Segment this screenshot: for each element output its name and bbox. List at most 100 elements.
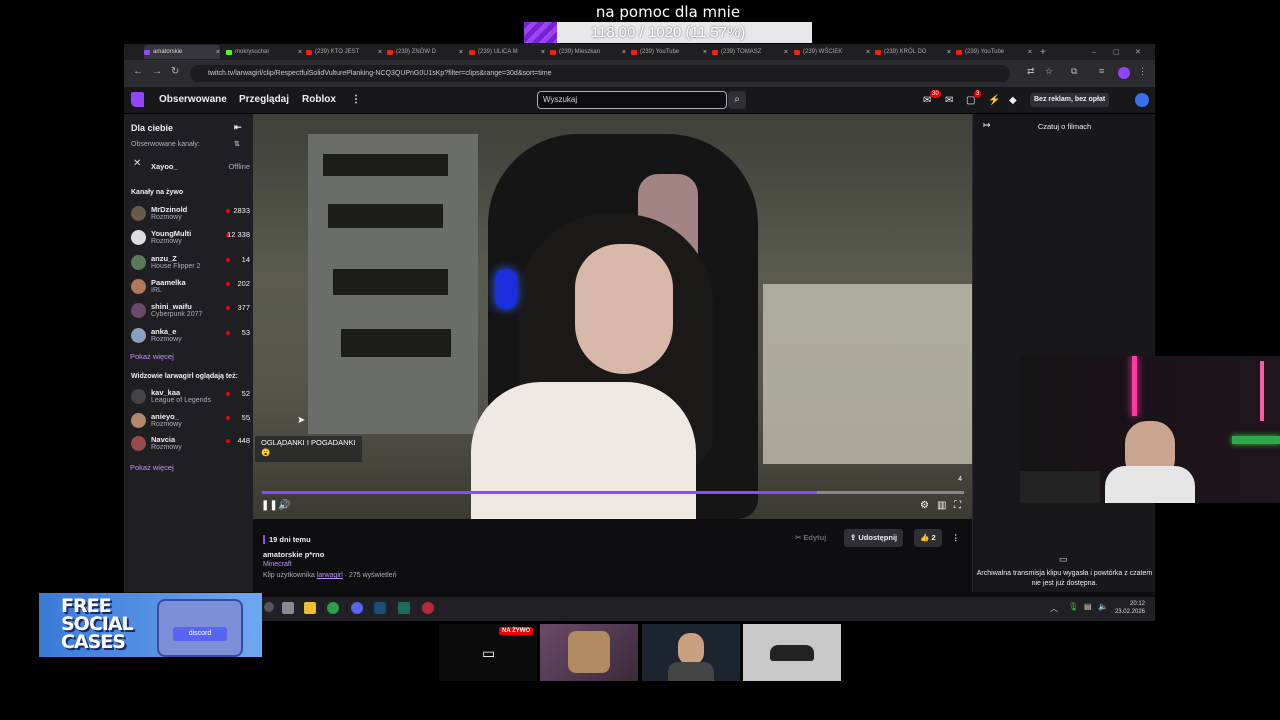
reload-icon[interactable]: ↻ [171, 66, 179, 77]
app-icon[interactable] [398, 602, 410, 614]
tab-close-icon[interactable]: × [298, 49, 302, 56]
close-window-icon[interactable]: ✕ [1135, 45, 1141, 59]
sidebar-channel-item[interactable]: anzu_Z House Flipper 2 14 [130, 252, 250, 274]
bookmark-star-icon[interactable]: ☆ [1045, 66, 1053, 77]
maximize-icon[interactable]: ▢ [1113, 45, 1120, 59]
tab-6[interactable]: (239) Mieszkan × [550, 45, 626, 59]
sidebar-channel-item[interactable]: shini_waifu Cyberpunk 2077 377 [130, 300, 250, 322]
forward-icon[interactable]: → [152, 66, 162, 77]
tab-close-icon[interactable]: × [378, 49, 382, 56]
tab-5[interactable]: (239) ULICA M × [469, 45, 545, 59]
file-explorer-icon[interactable] [304, 602, 316, 614]
system-clock[interactable]: 20:12 23.02.2026 [1115, 600, 1145, 616]
seek-bar[interactable] [262, 491, 964, 494]
webcam-light [1260, 361, 1264, 421]
clip-game-link[interactable]: Minecraft [263, 561, 292, 568]
tab-1[interactable]: amatorskie × [144, 45, 220, 59]
user-avatar[interactable] [1135, 93, 1149, 107]
extension-icon[interactable]: ⚡ [988, 95, 1000, 106]
media-icon[interactable]: ≡ [1099, 66, 1104, 76]
sidebar-channel-item[interactable]: Paamelka IRL 202 [130, 276, 250, 298]
like-button[interactable]: 👍 2 [914, 529, 942, 547]
obs-icon[interactable] [422, 602, 434, 614]
show-more-live[interactable]: Pokaż więcej [130, 352, 174, 361]
tab-3[interactable]: (239) KTO JEST × [306, 45, 382, 59]
viewer-count: 202 [237, 278, 250, 288]
tab-close-icon[interactable]: × [947, 49, 951, 56]
tab-close-icon[interactable]: × [541, 49, 545, 56]
tab-label: (239) Mieszkan [559, 49, 601, 55]
bits-icon[interactable]: ◆ [1009, 95, 1017, 106]
tab-4[interactable]: (239) ZNÓW D × [387, 45, 463, 59]
video-frame-detail [495, 269, 517, 309]
tab-close-icon[interactable]: × [784, 49, 788, 56]
url-field[interactable]: twitch.tv/larwagirl/clip/RespectfulSolid… [190, 65, 1010, 82]
sidebar-item-xayoo[interactable]: ✕ Xayoo_ Offline [130, 155, 250, 177]
fullscreen-icon[interactable]: ⛶ [954, 500, 961, 511]
tab-10[interactable]: (239) KRÓL DO × [875, 45, 951, 59]
tab-close-icon[interactable]: × [622, 49, 626, 56]
channel-status: Offline [228, 162, 250, 171]
start-icon[interactable] [264, 602, 274, 612]
nav-followed[interactable]: Obserwowane [159, 94, 227, 105]
tab-11[interactable]: (239) YouTube × [956, 45, 1032, 59]
volume-icon[interactable]: 🔊 [278, 500, 290, 511]
speaker-icon[interactable]: 🔈 [1098, 602, 1108, 611]
x-logo-icon: ✕ [133, 158, 142, 169]
minimize-icon[interactable]: – [1092, 45, 1096, 59]
nav-browse[interactable]: Przeglądaj [239, 94, 289, 105]
tray-chevron-icon[interactable]: ︿ [1050, 603, 1058, 614]
clip-author-link[interactable]: larwagirl [317, 572, 343, 579]
chrome-icon[interactable] [327, 602, 339, 614]
settings-gear-icon[interactable]: ⚙ [920, 500, 929, 511]
tab-close-icon[interactable]: × [459, 49, 463, 56]
nav-roblox[interactable]: Roblox [302, 94, 336, 105]
sidebar-channel-item[interactable]: anieyo_ Rozmowy 55 [130, 410, 250, 432]
task-view-icon[interactable] [282, 602, 294, 614]
inbox-icon[interactable]: ✉ [945, 95, 953, 106]
sidebar-channel-item[interactable]: anka_e Rozmowy 53 [130, 325, 250, 347]
show-more-related[interactable]: Pokaż więcej [130, 463, 174, 472]
collapse-icon[interactable]: ⇤ [234, 122, 242, 133]
discord-icon[interactable] [351, 602, 363, 614]
edit-button[interactable]: ✂ Edytuj [789, 529, 832, 547]
tab-close-icon[interactable]: × [703, 49, 707, 56]
back-icon[interactable]: ← [133, 66, 143, 77]
sidebar-channel-item[interactable]: kav_kaa League of Legends 52 [130, 386, 250, 408]
share-button[interactable]: ⇪ Udostępnij [844, 529, 904, 547]
viewer-count: 55 [241, 412, 250, 422]
search-icon[interactable]: ⌕ [728, 91, 746, 109]
theatre-mode-icon[interactable]: ▥ [937, 500, 946, 511]
video-frame-detail [575, 244, 673, 374]
tab-7[interactable]: (239) YouTube × [631, 45, 707, 59]
steam-icon[interactable] [374, 602, 386, 614]
card-person [642, 624, 740, 681]
sidebar-channel-item[interactable]: Navcia Rozmowy 448 [130, 433, 250, 455]
translate-icon[interactable]: ⇄ [1027, 66, 1035, 77]
channel-game: House Flipper 2 [151, 262, 201, 270]
sort-icon[interactable]: ⇅ [234, 140, 240, 148]
tab-close-icon[interactable]: × [1028, 49, 1032, 56]
webcam-light [1132, 356, 1137, 416]
new-tab-icon[interactable]: + [1040, 45, 1046, 59]
twitch-logo-icon[interactable] [131, 92, 144, 107]
profile-avatar[interactable] [1118, 67, 1130, 79]
tab-2[interactable]: mokrysuchar × [226, 45, 302, 59]
microphone-icon[interactable]: 🎙 [1068, 602, 1078, 611]
more-icon[interactable]: ⋮ [351, 94, 361, 105]
tab-close-icon[interactable]: × [216, 49, 220, 56]
menu-icon[interactable]: ⋮ [1138, 66, 1147, 77]
tab-close-icon[interactable]: × [866, 49, 870, 56]
sidebar-channel-item[interactable]: YoungMulti Rozmowy 12 338 [130, 227, 250, 249]
more-options-icon[interactable]: ⋮ [946, 529, 966, 547]
tab-8[interactable]: (239) TOMASZ × [712, 45, 788, 59]
ad-free-button[interactable]: Bez reklam, bez opłat [1030, 93, 1110, 107]
video-player[interactable]: OGLĄDANKI I POGADANKI 😮 ➤ 4 ❚❚ 🔊 ⚙ ▥ ⛶ [253, 114, 972, 519]
tab-9[interactable]: (239) WŚCIEK × [794, 45, 870, 59]
pause-icon[interactable]: ❚❚ [261, 500, 278, 511]
network-icon[interactable]: ▤ [1084, 602, 1092, 611]
search-input[interactable]: Wyszukaj [537, 91, 727, 109]
sidebar-channel-item[interactable]: MrDzinold Rozmowy 2833 [130, 203, 250, 225]
extensions-icon[interactable]: ⧉ [1071, 66, 1077, 77]
channel-game: Rozmowy [151, 214, 182, 221]
